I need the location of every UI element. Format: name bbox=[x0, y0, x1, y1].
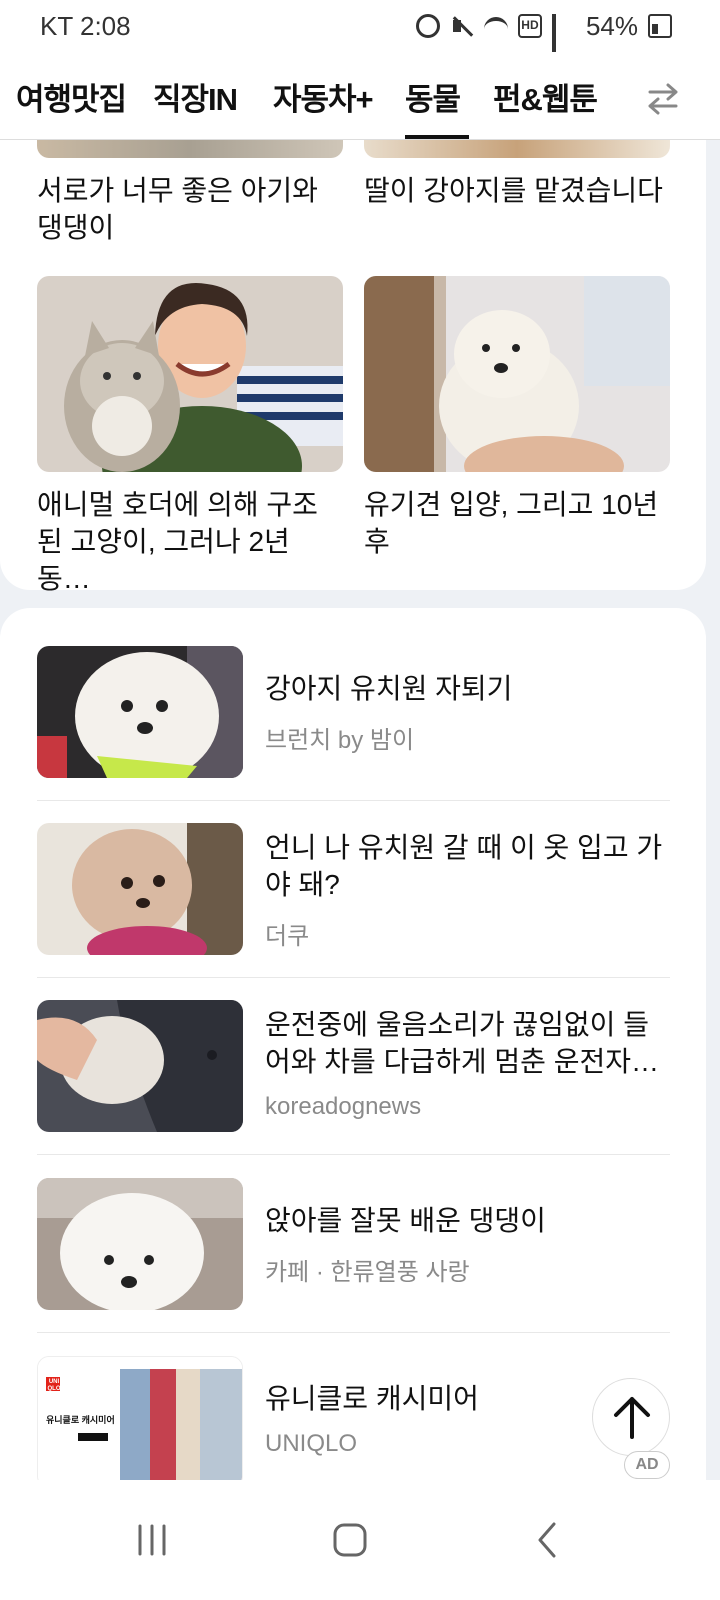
list-item[interactable]: 강아지 유치원 자퇴기 브런치 by 밤이 bbox=[37, 646, 670, 824]
divider bbox=[37, 977, 670, 978]
carrier-time: KT 2:08 bbox=[40, 10, 131, 41]
tab-work[interactable]: 직장IN bbox=[153, 74, 238, 119]
list-thumbnail bbox=[37, 823, 243, 955]
divider bbox=[37, 1332, 670, 1333]
tab-travel-food[interactable]: 여행맛집 bbox=[16, 74, 127, 119]
battery-percent: 54% bbox=[585, 10, 638, 41]
status-icons: HD 54% bbox=[415, 10, 672, 68]
swap-arrows-icon[interactable] bbox=[646, 82, 680, 116]
divider bbox=[37, 1154, 670, 1155]
alarm-icon bbox=[415, 14, 440, 38]
home-icon[interactable] bbox=[320, 1510, 380, 1570]
hd-voice-icon: HD bbox=[517, 14, 542, 38]
back-icon[interactable] bbox=[518, 1510, 578, 1570]
system-navigation-bar bbox=[0, 1480, 720, 1600]
wifi-icon bbox=[483, 17, 508, 41]
list-item[interactable]: 언니 나 유치원 갈 때 이 옷 입고 가야 돼? 더쿠 bbox=[37, 823, 670, 1001]
animal-grid-card: 서로가 너무 좋은 아기와 댕댕이 딸이 강아지를 맡겼습니다 애니멀 호더에 … bbox=[0, 140, 706, 594]
list-item-title: 언니 나 유치원 갈 때 이 옷 입고 가야 돼? bbox=[265, 832, 663, 900]
arrow-up-icon bbox=[614, 1397, 650, 1439]
list-thumbnail bbox=[37, 1000, 243, 1132]
list-item[interactable]: 운전중에 울음소리가 끊임없이 들어와 차를 다급하게 멈춘 운전자… kore… bbox=[37, 1000, 670, 1178]
ad-banner-brand: UNI QLO bbox=[47, 1379, 61, 1392]
battery-icon bbox=[648, 14, 672, 38]
status-bar: KT 2:08 HD 54% bbox=[0, 0, 720, 68]
signal-icon bbox=[551, 14, 576, 68]
list-item-title: 앉아를 잘못 배운 댕댕이 bbox=[265, 1205, 546, 1236]
divider bbox=[37, 800, 670, 801]
category-tab-bar: 여행맛집 직장IN 자동차+ 동물 펀&웹툰 bbox=[0, 52, 720, 140]
grid-image-cat-woman[interactable] bbox=[37, 276, 343, 472]
tab-car[interactable]: 자동차+ bbox=[273, 74, 374, 119]
grid-title-2[interactable]: 딸이 강아지를 맡겼습니다 bbox=[364, 172, 670, 209]
list-item-title: 운전중에 울음소리가 끊임없이 들어와 차를 다급하게 멈춘 운전자… bbox=[265, 1009, 659, 1077]
list-thumbnail bbox=[37, 1178, 243, 1310]
grid-title-1[interactable]: 서로가 너무 좋은 아기와 댕댕이 bbox=[37, 172, 343, 246]
ad-badge: AD bbox=[624, 1451, 670, 1479]
mute-icon bbox=[450, 14, 474, 38]
list-item-source: 카페 · 한류열풍 사랑 bbox=[265, 1259, 470, 1286]
list-item-title: 강아지 유치원 자퇴기 bbox=[265, 673, 513, 704]
list-item-source: UNIQLO bbox=[265, 1430, 358, 1457]
recent-apps-icon[interactable] bbox=[122, 1510, 182, 1570]
grid-thumbnail-1[interactable] bbox=[37, 140, 343, 158]
grid-image-white-puppy[interactable] bbox=[364, 276, 670, 472]
active-tab-indicator bbox=[405, 135, 469, 139]
grid-thumbnail-2[interactable] bbox=[364, 140, 670, 158]
list-item-source: koreadognews bbox=[265, 1093, 422, 1120]
tab-fun-webtoon[interactable]: 펀&웹툰 bbox=[493, 74, 598, 119]
list-item-ad[interactable]: UNI QLO 유니클로 캐시미어 유니클로 캐시미어 UNIQLO bbox=[37, 1356, 670, 1488]
grid-title-3[interactable]: 애니멀 호더에 의해 구조된 고양이, 그러나 2년동… bbox=[37, 486, 343, 597]
grid-title-4[interactable]: 유기견 입양, 그리고 10년 후 bbox=[364, 486, 670, 560]
list-thumbnail bbox=[37, 646, 243, 778]
ad-thumbnail: UNI QLO 유니클로 캐시미어 bbox=[37, 1356, 243, 1488]
ad-banner-caption: 유니클로 캐시미어 bbox=[46, 1415, 115, 1425]
scroll-to-top-button[interactable] bbox=[592, 1378, 670, 1456]
list-item-source: 브런치 by 밤이 bbox=[265, 727, 415, 754]
tab-animals[interactable]: 동물 bbox=[405, 74, 461, 119]
list-item-source: 더쿠 bbox=[265, 923, 310, 950]
list-item[interactable]: 앉아를 잘못 배운 댕댕이 카페 · 한류열풍 사랑 bbox=[37, 1178, 670, 1356]
animal-list-card: 강아지 유치원 자퇴기 브런치 by 밤이 언니 나 유치원 갈 때 이 옷 입… bbox=[0, 608, 706, 1488]
